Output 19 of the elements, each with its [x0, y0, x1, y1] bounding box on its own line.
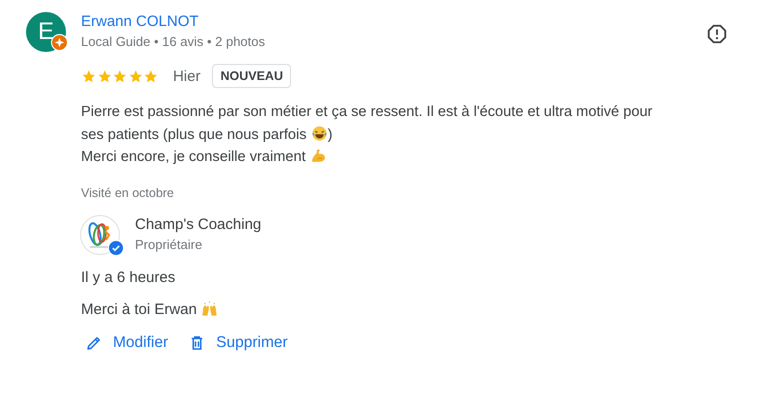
text-line: Merci encore, je conseille vraiment: [81, 149, 307, 165]
new-badge: NOUVEAU: [212, 64, 291, 88]
text-line: ): [328, 126, 332, 142]
edit-button[interactable]: Modifier: [85, 334, 168, 352]
laughing-face-icon: [310, 124, 328, 142]
report-icon: [706, 23, 728, 45]
text-line: Pierre est passionné par son métier et ça se ressent. Il est à l'écoute et ultra motivé pour: [81, 104, 652, 120]
reply-time: Il y a 6 heures: [81, 268, 176, 286]
visit-date: Visité en octobre: [81, 186, 175, 200]
review-date: Hier: [172, 68, 200, 84]
delete-button[interactable]: Supprimer: [188, 334, 288, 352]
author-meta: Local Guide • 16 avis • 2 photos: [81, 33, 265, 51]
text-line: Merci à toi Erwan: [81, 300, 198, 318]
text-line: ses patients (plus que nous parfois: [81, 126, 308, 142]
flexed-arm-icon: [310, 147, 327, 164]
owner-role: Propriétaire: [135, 236, 204, 254]
author-name[interactable]: Erwann COLNOT: [81, 12, 265, 32]
raised-hands-icon: [201, 300, 218, 316]
owner-name: Champ's Coaching: [135, 214, 262, 234]
